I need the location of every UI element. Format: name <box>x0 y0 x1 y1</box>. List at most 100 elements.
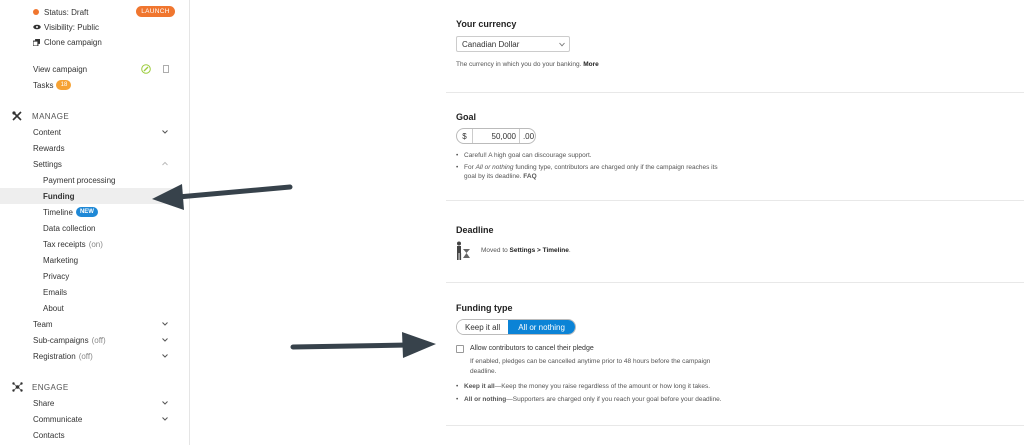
sidebar-item-rewards[interactable]: Rewards <box>0 140 189 156</box>
deadline-moved-suffix: . <box>568 247 571 254</box>
sidebar-item-sub-campaigns[interactable]: Sub-campaigns (off) <box>0 332 189 348</box>
copy-icon <box>33 38 40 46</box>
all-or-nothing-option[interactable]: All or nothing <box>508 320 575 334</box>
allow-cancel-help: If enabled, pledges can be cancelled any… <box>470 357 710 377</box>
sidebar-item-label: Contacts <box>33 430 65 440</box>
currency-symbol: $ <box>457 129 473 143</box>
view-campaign-item[interactable]: View campaign <box>0 61 189 77</box>
hourglass-person-icon <box>457 241 470 260</box>
keep-it-all-option[interactable]: Keep it all <box>457 320 509 334</box>
allow-cancel-help-line1: If enabled, pledges can be cancelled any… <box>470 358 711 365</box>
sidebar-item-label: Payment processing <box>43 175 116 185</box>
chevron-down-icon <box>162 354 168 358</box>
network-icon <box>12 382 23 392</box>
sidebar-item-data-collection[interactable]: Data collection <box>0 220 189 236</box>
goal-aon-emphasis: All or nothing <box>475 164 514 171</box>
chevron-down-icon <box>162 401 168 405</box>
section-divider <box>446 425 1024 426</box>
sidebar-item-label: Tax receipts <box>43 239 86 249</box>
sidebar-item-label: Emails <box>43 287 68 297</box>
sidebar-item-contacts[interactable]: Contacts <box>0 427 189 443</box>
sidebar-item-label: Content <box>33 127 62 137</box>
sidebar-item-label: About <box>43 303 64 313</box>
clone-campaign-label: Clone campaign <box>44 37 102 47</box>
eye-icon <box>33 24 41 30</box>
goal-faq-link[interactable]: FAQ <box>523 173 536 180</box>
all-or-nothing-desc: —Supporters are charged only if you reac… <box>506 396 722 403</box>
chevron-down-icon <box>559 42 565 47</box>
sidebar-item-status: (on) <box>88 239 103 249</box>
sidebar-item-status: (off) <box>91 335 106 345</box>
goal-amount[interactable]: 50,000 <box>473 129 519 143</box>
sidebar-item-communicate[interactable]: Communicate <box>0 411 189 427</box>
sidebar-item-settings[interactable]: Settings <box>0 156 189 172</box>
visibility-item[interactable]: Visibility: Public <box>0 19 189 35</box>
all-or-nothing-bullet: All or nothing—Supporters are charged on… <box>456 395 722 404</box>
sidebar-item-share[interactable]: Share <box>0 395 189 411</box>
keep-it-all-desc: —Keep the money you raise regardless of … <box>494 383 711 390</box>
sidebar-item-privacy[interactable]: Privacy <box>0 268 189 284</box>
tools-icon <box>12 111 22 121</box>
currency-help: The currency in which you do your bankin… <box>456 61 599 68</box>
sidebar-item-label: Timeline <box>43 207 73 217</box>
goal-aon-text: For <box>464 164 476 171</box>
view-campaign-label: View campaign <box>33 64 88 74</box>
goal-aon-text-cont: funding type, contributors are charged o… <box>513 164 718 171</box>
allow-cancel-checkbox[interactable] <box>456 345 464 353</box>
chevron-down-icon <box>162 130 168 134</box>
allow-cancel-help-line2: deadline. <box>470 368 497 375</box>
bookmark-icon[interactable] <box>163 65 169 73</box>
chevron-down-icon <box>162 338 168 342</box>
goal-input[interactable]: $ 50,000 .00 <box>456 128 536 144</box>
sidebar-item-label: Settings <box>33 159 62 169</box>
sidebar-item-label: Funding <box>43 191 75 201</box>
chevron-up-icon <box>162 161 168 166</box>
keep-it-all-term: Keep it all <box>464 383 495 390</box>
edit-circle-icon[interactable] <box>141 64 151 74</box>
sidebar-item-about[interactable]: About <box>0 300 189 316</box>
section-divider <box>446 282 1024 283</box>
new-badge: NEW <box>75 207 98 217</box>
section-divider <box>446 200 1024 201</box>
funding-type-toggle[interactable]: Keep it all All or nothing <box>456 319 576 335</box>
goal-warning-bullet: Careful! A high goal can discourage supp… <box>456 151 592 160</box>
engage-heading-label: ENGAGE <box>32 382 69 392</box>
currency-help-text: The currency in which you do your bankin… <box>456 61 582 68</box>
tasks-item[interactable]: Tasks 18 <box>0 77 189 93</box>
sidebar-item-label: Share <box>33 398 55 408</box>
sidebar-item-label: Data collection <box>43 223 96 233</box>
currency-select[interactable]: Canadian Dollar <box>456 36 570 52</box>
currency-selected-value: Canadian Dollar <box>462 39 520 49</box>
sidebar-item-marketing[interactable]: Marketing <box>0 252 189 268</box>
sidebar-item-tax-receipts[interactable]: Tax receipts (on) <box>0 236 189 252</box>
currency-title: Your currency <box>456 19 517 29</box>
tasks-label: Tasks <box>33 80 54 90</box>
sidebar-item-label: Registration <box>33 351 76 361</box>
clone-campaign-item[interactable]: Clone campaign <box>0 34 189 50</box>
visibility-label: Visibility: Public <box>44 22 99 32</box>
sidebar-item-team[interactable]: Team <box>0 316 189 332</box>
currency-more-link[interactable]: More <box>583 61 599 68</box>
chevron-down-icon <box>162 417 168 421</box>
sidebar-item-label: Team <box>33 319 53 329</box>
sidebar-item-emails[interactable]: Emails <box>0 284 189 300</box>
goal-title: Goal <box>456 112 477 122</box>
launch-button[interactable]: LAUNCH <box>136 6 175 17</box>
sidebar-item-label: Communicate <box>33 414 83 424</box>
section-divider <box>446 92 1024 93</box>
manage-heading-label: MANAGE <box>32 111 70 121</box>
arrow-right-annotation-icon <box>290 332 436 358</box>
deadline-moved-prefix: Moved to <box>481 247 510 254</box>
timeline-link[interactable]: Settings > Timeline <box>510 247 569 254</box>
allow-cancel-label[interactable]: Allow contributors to cancel their pledg… <box>470 345 594 352</box>
goal-cents: .00 <box>519 129 535 143</box>
sidebar-item-label: Rewards <box>33 143 65 153</box>
engage-heading: ENGAGE <box>0 379 189 395</box>
sidebar: Status: Draft LAUNCH Visibility: Public … <box>0 0 190 445</box>
sidebar-item-content[interactable]: Content <box>0 124 189 140</box>
sidebar-item-label: Marketing <box>43 255 79 265</box>
status-dot-icon <box>33 9 39 15</box>
sidebar-item-registration[interactable]: Registration (off) <box>0 348 189 364</box>
chevron-down-icon <box>162 322 168 326</box>
manage-heading: MANAGE <box>0 108 189 124</box>
